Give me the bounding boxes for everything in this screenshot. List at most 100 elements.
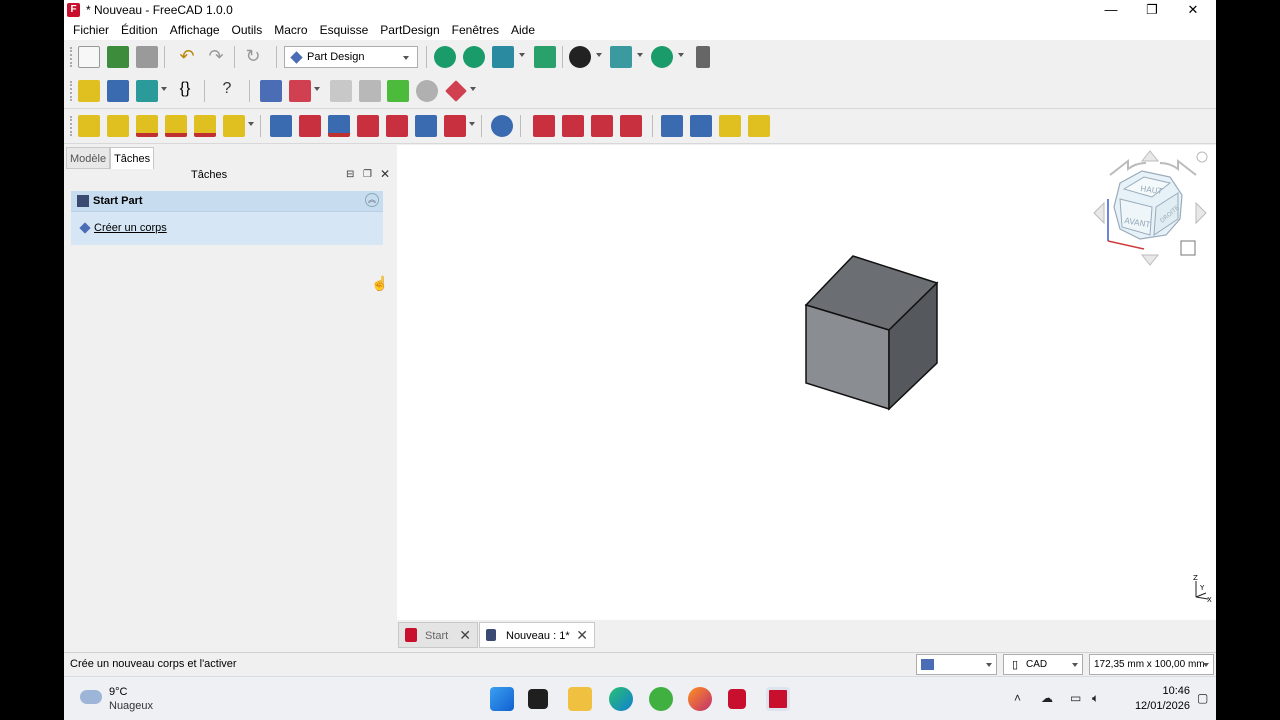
- check-geometry-icon[interactable]: [359, 80, 381, 102]
- chevron-down-icon[interactable]: [596, 53, 602, 57]
- revolution-icon[interactable]: [107, 115, 129, 137]
- tab-modele[interactable]: Modèle: [66, 147, 111, 169]
- subtractive-pipe-icon[interactable]: [386, 115, 408, 137]
- undo-icon[interactable]: ↶: [176, 46, 198, 68]
- close-tab-icon[interactable]: ✕: [576, 627, 588, 644]
- arrow-up-icon[interactable]: [1140, 150, 1160, 162]
- fillet-icon[interactable]: [533, 115, 555, 137]
- additive-pipe-icon[interactable]: [165, 115, 187, 137]
- app-icon[interactable]: [649, 687, 673, 711]
- freecad-taskbar-icon[interactable]: [766, 687, 790, 711]
- additive-loft-icon[interactable]: [136, 115, 158, 137]
- redo-icon[interactable]: ↷: [205, 46, 227, 68]
- whats-this-icon[interactable]: ?: [216, 80, 238, 102]
- thickness-icon[interactable]: [620, 115, 642, 137]
- new-document-icon[interactable]: [78, 46, 100, 68]
- navigation-cube[interactable]: HAUT AVANT DROITE: [1090, 149, 1216, 269]
- pad-icon[interactable]: [78, 115, 100, 137]
- menu-fichier[interactable]: Fichier: [73, 20, 115, 40]
- 3d-viewport[interactable]: HAUT AVANT DROITE Z Y X: [397, 145, 1216, 620]
- view-menu-cube-icon[interactable]: [1180, 240, 1196, 256]
- menu-partdesign[interactable]: PartDesign: [380, 20, 445, 40]
- minimize-button[interactable]: —: [1091, 0, 1131, 20]
- linear-pattern-icon[interactable]: [690, 115, 712, 137]
- task-box-header[interactable]: Start Part ︽: [71, 191, 383, 212]
- draw-style-selector[interactable]: [916, 654, 997, 675]
- menu-affichage[interactable]: Affichage: [170, 20, 226, 40]
- close-tab-icon[interactable]: ✕: [459, 627, 471, 644]
- collapse-icon[interactable]: ︽: [365, 193, 379, 207]
- chevron-down-icon[interactable]: [314, 87, 320, 91]
- task-view-icon[interactable]: [528, 689, 548, 709]
- chevron-down-icon[interactable]: [519, 53, 525, 57]
- arrow-right-icon[interactable]: [1195, 201, 1207, 225]
- chevron-down-icon[interactable]: [637, 53, 643, 57]
- menu-aide[interactable]: Aide: [511, 20, 541, 40]
- tab-start[interactable]: Start ✕: [398, 622, 478, 648]
- tab-nouveau[interactable]: Nouveau : 1* ✕: [479, 622, 595, 648]
- bounding-box-icon[interactable]: [534, 46, 556, 68]
- arrow-down-icon[interactable]: [1140, 254, 1160, 266]
- save-icon[interactable]: [136, 46, 158, 68]
- float-panel-icon[interactable]: ❐: [363, 169, 372, 180]
- menu-esquisse[interactable]: Esquisse: [320, 20, 375, 40]
- system-clock[interactable]: 10:46 12/01/2026: [1110, 684, 1190, 714]
- create-body-icon[interactable]: [260, 80, 282, 102]
- open-document-icon[interactable]: [107, 46, 129, 68]
- navigation-style-selector[interactable]: ▯ CAD: [1003, 654, 1083, 675]
- cloud-offline-icon[interactable]: ☁: [1041, 691, 1053, 705]
- rotate-right-arrow-icon[interactable]: [1159, 158, 1197, 176]
- maximize-button[interactable]: ❐: [1132, 0, 1172, 20]
- chevron-down-icon[interactable]: [161, 87, 167, 91]
- link-icon[interactable]: [136, 80, 158, 102]
- arrow-left-icon[interactable]: [1093, 201, 1105, 225]
- polar-pattern-icon[interactable]: [719, 115, 741, 137]
- collapse-panel-icon[interactable]: ⊟: [346, 169, 354, 180]
- hole-icon[interactable]: [299, 115, 321, 137]
- workbench-selector[interactable]: Part Design: [284, 46, 418, 68]
- menu-macro[interactable]: Macro: [274, 20, 313, 40]
- fit-selection-icon[interactable]: [463, 46, 485, 68]
- notification-icon[interactable]: ▢: [1197, 691, 1208, 705]
- multi-transform-icon[interactable]: [748, 115, 770, 137]
- isometric-view-icon[interactable]: [610, 46, 632, 68]
- create-body-link[interactable]: Créer un corps: [79, 222, 167, 234]
- chevron-down-icon[interactable]: [678, 53, 684, 57]
- menu-edition[interactable]: Édition: [121, 20, 164, 40]
- create-sketch-icon[interactable]: [289, 80, 311, 102]
- file-explorer-icon[interactable]: [568, 687, 592, 711]
- pocket-icon[interactable]: [270, 115, 292, 137]
- mirrored-icon[interactable]: [661, 115, 683, 137]
- clip-plane-icon[interactable]: [696, 46, 710, 68]
- group-icon[interactable]: [107, 80, 129, 102]
- close-button[interactable]: ✕: [1173, 0, 1213, 20]
- variable-set-icon[interactable]: {}: [174, 80, 196, 102]
- edge-browser-icon[interactable]: [609, 687, 633, 711]
- close-panel-icon[interactable]: ✕: [380, 167, 390, 181]
- menu-outils[interactable]: Outils: [232, 20, 269, 40]
- draw-style-icon[interactable]: [492, 46, 514, 68]
- snipping-tool-icon[interactable]: [728, 689, 746, 709]
- groove-icon[interactable]: [328, 115, 350, 137]
- firefox-icon[interactable]: [688, 687, 712, 711]
- validate-sketch-icon[interactable]: [330, 80, 352, 102]
- chamfer-icon[interactable]: [562, 115, 584, 137]
- shape-binder-icon[interactable]: [387, 80, 409, 102]
- measure-icon[interactable]: [651, 46, 673, 68]
- boolean-icon[interactable]: [491, 115, 513, 137]
- dimension-display[interactable]: 172,35 mm x 100,00 mm: [1089, 654, 1214, 675]
- part-icon[interactable]: [78, 80, 100, 102]
- fit-all-icon[interactable]: [434, 46, 456, 68]
- std-view-icon[interactable]: [569, 46, 591, 68]
- chevron-down-icon[interactable]: [469, 122, 475, 126]
- additive-helix-icon[interactable]: [194, 115, 216, 137]
- additive-primitive-icon[interactable]: [223, 115, 245, 137]
- chevron-down-icon[interactable]: [248, 122, 254, 126]
- tray-chevron-up-icon[interactable]: ˄: [1014, 691, 1021, 705]
- menu-fenetres[interactable]: Fenêtres: [452, 20, 505, 40]
- chevron-down-icon[interactable]: [470, 87, 476, 91]
- network-icon[interactable]: ▭: [1070, 691, 1081, 705]
- volume-icon[interactable]: 🔈︎: [1092, 691, 1099, 706]
- tab-taches[interactable]: Tâches: [110, 147, 155, 169]
- draft-icon[interactable]: [591, 115, 613, 137]
